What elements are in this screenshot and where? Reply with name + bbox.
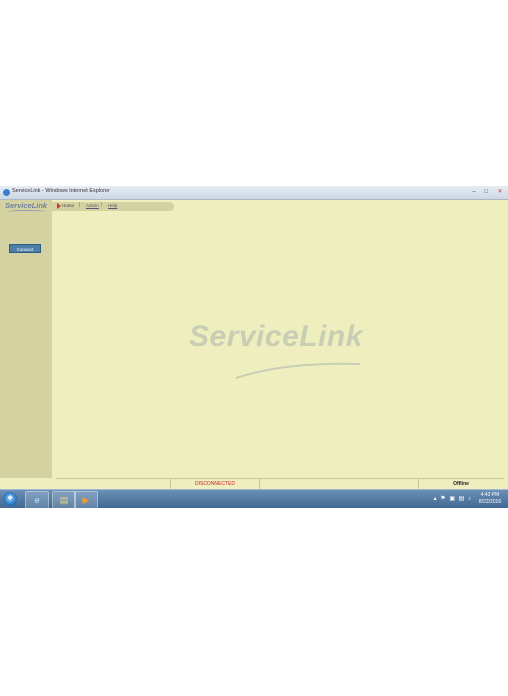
close-icon[interactable]: ✕ bbox=[493, 187, 507, 197]
connect-button[interactable]: Connect bbox=[9, 244, 41, 253]
windows-taskbar: ❖ e ▤ ▶ ▴ ⚑ ▣ ▤ ♪ 4:43 PM 8/22/2016 bbox=[0, 489, 508, 508]
servicelink-watermark: ServiceLink bbox=[189, 320, 363, 353]
network-icon[interactable]: ▤ bbox=[459, 496, 466, 502]
tray-arrow-icon[interactable]: ▴ bbox=[434, 496, 438, 502]
start-button[interactable]: ❖ bbox=[3, 492, 17, 506]
nav-separator: | bbox=[101, 202, 103, 208]
taskbar-explorer-button[interactable]: ▤ bbox=[52, 491, 76, 508]
volume-icon[interactable]: ♪ bbox=[468, 496, 472, 502]
status-bar: DISCONNECTED Offline bbox=[56, 478, 504, 489]
window-title: ServiceLink - Windows Internet Explorer bbox=[12, 188, 110, 194]
status-cell bbox=[56, 479, 171, 489]
taskbar-media-player-button[interactable]: ▶ bbox=[74, 491, 98, 508]
logo-area: ServiceLink bbox=[0, 200, 52, 212]
screen: ServiceLink - Windows Internet Explorer … bbox=[0, 186, 508, 508]
device-icon[interactable]: ▣ bbox=[449, 496, 456, 502]
taskbar-ie-button[interactable]: e bbox=[25, 491, 49, 508]
nav-admin[interactable]: Admin bbox=[86, 203, 99, 208]
nav-home[interactable]: Home bbox=[62, 203, 74, 208]
flag-icon[interactable]: ⚑ bbox=[440, 496, 446, 502]
minimize-icon[interactable]: – bbox=[468, 187, 480, 197]
nav-help[interactable]: Help bbox=[108, 203, 117, 208]
watermark-swoosh-icon bbox=[235, 362, 361, 379]
clock-date: 8/22/2016 bbox=[478, 499, 502, 505]
system-clock[interactable]: 4:43 PM 8/22/2016 bbox=[475, 492, 505, 506]
app-header: ServiceLink Home | Admin | Help bbox=[0, 200, 508, 212]
servicelink-logo: ServiceLink bbox=[5, 201, 48, 210]
windows-logo-icon: ❖ bbox=[7, 495, 14, 502]
system-tray: ▴ ⚑ ▣ ▤ ♪ bbox=[434, 495, 472, 502]
connection-status: DISCONNECTED bbox=[171, 479, 260, 489]
maximize-icon[interactable]: □ bbox=[480, 187, 492, 197]
online-status: Offline bbox=[453, 481, 469, 487]
folder-icon: ▤ bbox=[59, 495, 69, 505]
main-content: ServiceLink bbox=[52, 212, 508, 478]
play-icon: ▶ bbox=[82, 495, 90, 505]
current-arrow-icon bbox=[57, 203, 61, 209]
clock-time: 4:43 PM bbox=[480, 492, 500, 498]
sidebar: Connect bbox=[0, 212, 52, 478]
status-cell bbox=[260, 479, 419, 489]
ie-icon bbox=[3, 189, 10, 196]
ie-title-bar: ServiceLink - Windows Internet Explorer … bbox=[0, 186, 508, 200]
top-nav: Home | Admin | Help bbox=[52, 202, 174, 211]
ie-icon: e bbox=[34, 495, 40, 505]
nav-separator: | bbox=[79, 202, 81, 208]
